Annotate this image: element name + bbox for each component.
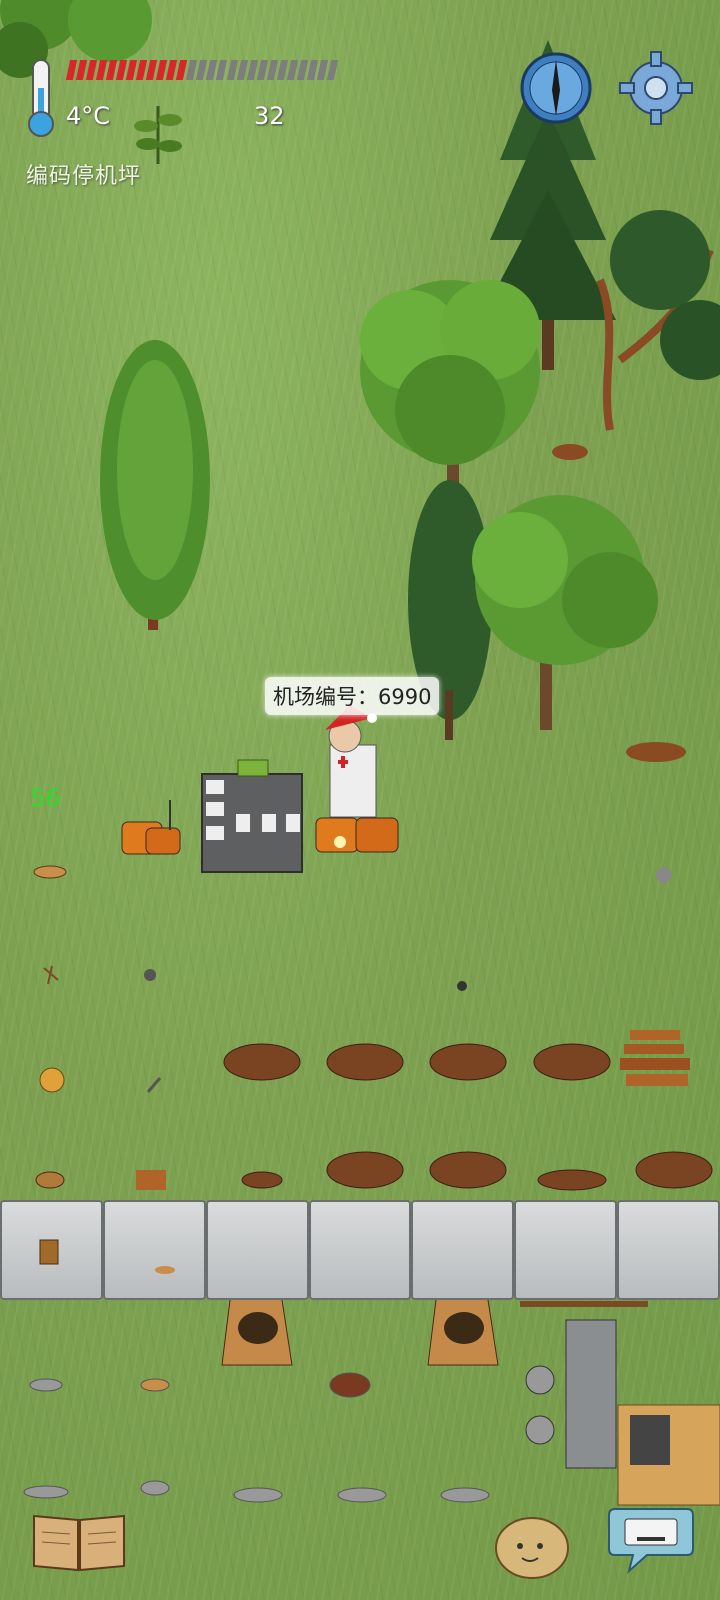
kindling-pile[interactable] xyxy=(326,1151,404,1189)
kindling-pile[interactable] xyxy=(223,1043,301,1081)
kindling-pile[interactable] xyxy=(533,1043,611,1081)
flat-stone[interactable] xyxy=(233,1487,283,1503)
basket-item[interactable] xyxy=(33,865,67,879)
round-tree-center xyxy=(360,280,540,510)
basket-item[interactable] xyxy=(140,1378,170,1392)
scenery-layer xyxy=(0,0,720,1506)
dirt-mound[interactable] xyxy=(626,742,686,762)
thermometer-icon xyxy=(28,59,54,137)
flat-stone[interactable] xyxy=(140,1480,170,1496)
stone-item[interactable] xyxy=(144,969,156,981)
firewood-stack[interactable] xyxy=(620,1030,690,1086)
stone-pile[interactable] xyxy=(29,1378,63,1392)
landing-pad[interactable] xyxy=(201,759,303,873)
player-speech-bubble: 机场编号：6990 xyxy=(265,677,440,715)
basket-item[interactable] xyxy=(155,1266,175,1274)
flat-stone[interactable] xyxy=(23,1485,69,1499)
food-pip xyxy=(226,60,238,80)
food-pip xyxy=(216,60,228,80)
kindling-pile-small[interactable] xyxy=(241,1171,283,1189)
dirt-mound[interactable] xyxy=(552,444,588,460)
age-counter: 32 xyxy=(254,102,285,130)
food-pip xyxy=(266,60,278,80)
conifer-tree-left xyxy=(100,340,210,630)
herb-icon[interactable] xyxy=(132,96,184,164)
gear-icon[interactable] xyxy=(618,50,694,126)
radio-device-left[interactable] xyxy=(121,800,181,855)
bucket-item[interactable] xyxy=(39,1239,59,1265)
flat-stone[interactable] xyxy=(440,1487,490,1503)
kindling-pile[interactable] xyxy=(635,1151,713,1189)
kindling-pile[interactable] xyxy=(429,1151,507,1189)
compass-icon[interactable] xyxy=(518,50,594,126)
kindling-pile[interactable] xyxy=(429,1043,507,1081)
emote-potato-icon[interactable] xyxy=(492,1510,572,1580)
twisted-tree xyxy=(596,210,720,431)
stones-item[interactable] xyxy=(656,867,672,883)
food-pip xyxy=(306,60,318,80)
dirt-pile[interactable] xyxy=(537,1169,607,1191)
food-pip xyxy=(286,60,298,80)
flat-stone[interactable] xyxy=(337,1487,387,1503)
wood-item[interactable] xyxy=(136,1170,166,1190)
location-label: 编码停机坪 xyxy=(26,164,142,189)
food-meter xyxy=(65,60,338,82)
orange-fruit[interactable] xyxy=(39,1067,65,1093)
road-objects xyxy=(39,1239,175,1274)
food-pip xyxy=(316,60,328,80)
keyboard-chat-icon[interactable] xyxy=(607,1503,695,1575)
well-pulley[interactable] xyxy=(520,1301,720,1506)
twig-item[interactable] xyxy=(43,965,59,985)
food-pip xyxy=(246,60,258,80)
round-tree-lower xyxy=(472,495,658,730)
food-pip xyxy=(236,60,248,80)
floating-number: 56 xyxy=(30,784,61,812)
food-pip xyxy=(276,60,288,80)
radio-device-right[interactable] xyxy=(315,817,399,853)
food-pip xyxy=(256,60,268,80)
player-character[interactable] xyxy=(325,705,377,818)
burdock-item[interactable] xyxy=(329,1372,371,1398)
temperature-label: 4°C xyxy=(66,102,111,130)
journal-book-icon[interactable] xyxy=(30,1508,128,1574)
kindling-pile[interactable] xyxy=(326,1043,404,1081)
bowl-item[interactable] xyxy=(35,1171,65,1189)
flint-item[interactable] xyxy=(457,981,467,991)
food-pip xyxy=(296,60,308,80)
hatchet-item[interactable] xyxy=(146,1077,162,1093)
